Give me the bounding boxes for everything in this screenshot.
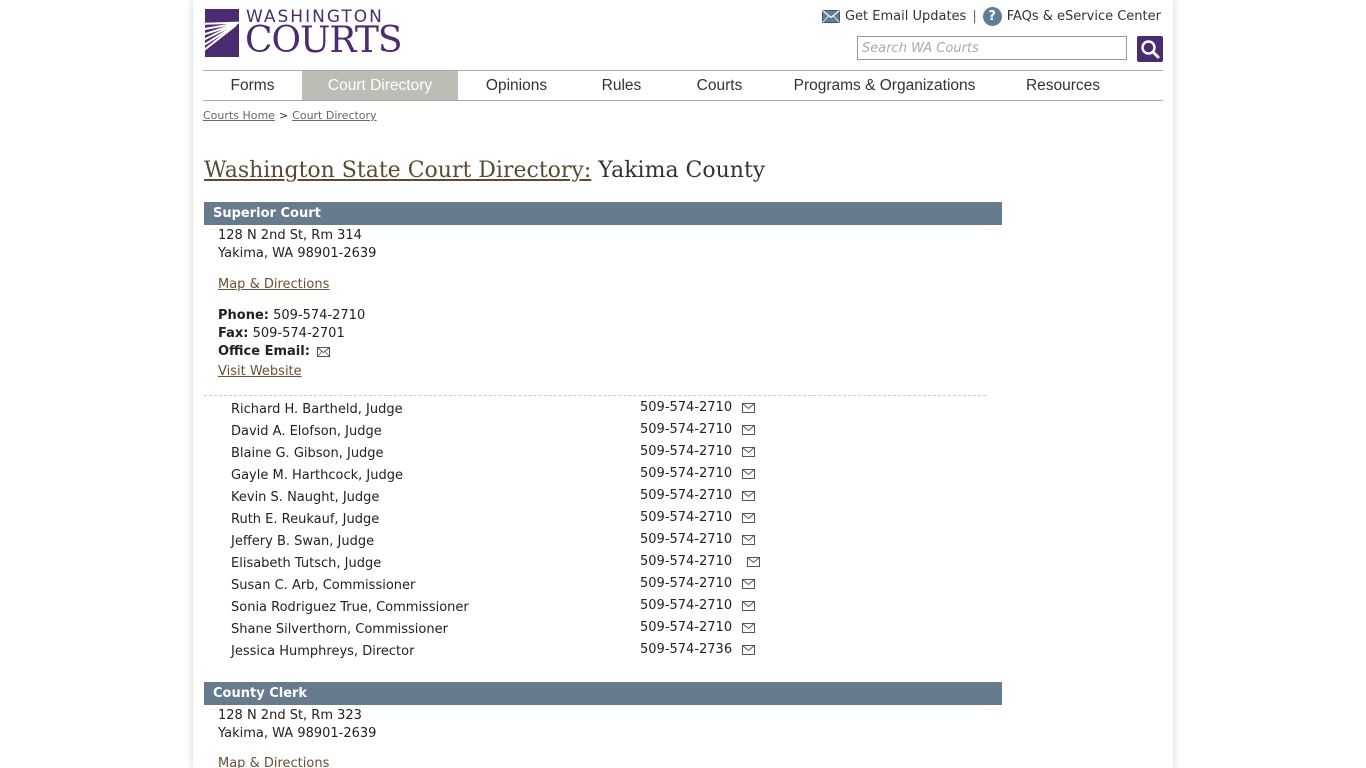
county-clerk-header: County Clerk [204,682,1002,705]
staff-phone: 509-574-2710 [640,422,733,437]
superior-fax: Fax: 509-574-2701 [218,326,345,341]
envelope-icon[interactable] [742,601,755,611]
envelope-icon[interactable] [742,535,755,545]
clerk-address-line1: 128 N 2nd St, Rm 323 [218,708,362,723]
staff-row: Sonia Rodriguez True, Commissioner 509-57… [231,598,771,620]
fax-value: 509-574-2701 [252,326,345,341]
superior-address-line1: 128 N 2nd St, Rm 314 [218,228,362,243]
superior-map-directions-link[interactable]: Map & Directions [218,277,329,292]
office-email-label: Office Email: [218,344,310,359]
envelope-icon[interactable] [742,579,755,589]
envelope-icon[interactable] [742,645,755,655]
main-nav: Forms Court Directory Opinions Rules Cou… [203,70,1163,101]
staff-row: Shane Silverthorn, Commissioner 509-574-2… [231,620,771,642]
nav-rules[interactable]: Rules [575,71,668,100]
breadcrumb-separator: > [278,109,289,122]
envelope-icon[interactable] [742,469,755,479]
superior-phone: Phone: 509-574-2710 [218,308,365,323]
staff-phone: 509-574-2710 [640,532,733,547]
logo-mark-icon [205,9,239,57]
envelope-icon[interactable] [742,447,755,457]
nav-court-directory[interactable]: Court Directory [302,71,458,100]
get-email-updates-link[interactable]: Get Email Updates [845,9,966,24]
nav-opinions[interactable]: Opinions [458,71,575,100]
search-button[interactable] [1137,36,1163,62]
envelope-icon[interactable] [821,10,840,23]
staff-phone: 509-574-2710 [640,400,733,415]
staff-row: David A. Elofson, Judge 509-574-2710 [231,422,771,444]
fax-label: Fax: [218,326,249,341]
staff-phone: 509-574-2710 [640,444,733,459]
staff-row: Ruth E. Reukauf, Judge 509-574-2710 [231,510,771,532]
envelope-icon[interactable] [317,346,331,357]
staff-phone: 509-574-2710 [640,576,733,591]
washington-courts-logo[interactable]: WASHINGTON COURTS [205,7,403,61]
breadcrumb: Courts Home > Court Directory [203,109,377,122]
top-links-separator: | [972,9,977,24]
staff-row: Elisabeth Tutsch, Judge 509-574-2710 [231,554,771,576]
staff-phone: 509-574-2710 [640,554,733,569]
staff-row: Jeffery B. Swan, Judge 509-574-2710 [231,532,771,554]
phone-value: 509-574-2710 [273,308,366,323]
clerk-address-line2: Yakima, WA 98901-2639 [218,726,377,741]
breadcrumb-courts-home[interactable]: Courts Home [203,109,275,122]
staff-name: Richard H. Bartheld, Judge [231,402,403,417]
envelope-icon[interactable] [742,513,755,523]
page-container: WASHINGTON COURTS Get Email Updates | ? … [193,0,1173,768]
phone-label: Phone: [218,308,269,323]
staff-phone: 509-574-2736 [640,642,733,657]
court-directory-title-link[interactable]: Washington State Court Directory: [204,158,591,183]
staff-row: Richard H. Bartheld, Judge 509-574-2710 [231,400,771,422]
logo-text-courts: COURTS [245,20,403,61]
top-links: Get Email Updates | ? FAQs & eService Ce… [821,7,1161,26]
staff-name: Susan C. Arb, Commissioner [231,578,416,593]
staff-name: Ruth E. Reukauf, Judge [231,512,380,527]
staff-row: Kevin S. Naught, Judge 509-574-2710 [231,488,771,510]
magnifier-icon [1141,40,1160,59]
superior-office-email: Office Email: [218,344,331,359]
staff-name: Gayle M. Harthcock, Judge [231,468,403,483]
staff-name: Kevin S. Naught, Judge [231,490,380,505]
envelope-icon[interactable] [742,403,755,413]
superior-address-line2: Yakima, WA 98901-2639 [218,246,377,261]
envelope-icon[interactable] [742,425,755,435]
staff-name: Sonia Rodriguez True, Commissioner [231,600,469,615]
nav-resources[interactable]: Resources [998,71,1128,100]
county-name: Yakima County [598,158,766,183]
question-circle-icon[interactable]: ? [982,7,1002,26]
staff-name: Elisabeth Tutsch, Judge [231,556,382,571]
superior-visit-website-link[interactable]: Visit Website [218,364,302,379]
envelope-icon[interactable] [742,623,755,633]
staff-row: Jessica Humphreys, Director 509-574-2736 [231,642,771,664]
staff-name: Jeffery B. Swan, Judge [231,534,375,549]
section-divider [204,395,986,396]
search-input[interactable] [857,36,1127,60]
envelope-icon[interactable] [747,557,760,567]
staff-row: Blaine G. Gibson, Judge 509-574-2710 [231,444,771,466]
staff-phone: 509-574-2710 [640,488,733,503]
nav-forms[interactable]: Forms [203,71,302,100]
staff-phone: 509-574-2710 [640,620,733,635]
staff-phone: 509-574-2710 [640,510,733,525]
envelope-icon[interactable] [742,491,755,501]
breadcrumb-court-directory[interactable]: Court Directory [292,109,376,122]
staff-name: Shane Silverthorn, Commissioner [231,622,448,637]
staff-name: Jessica Humphreys, Director [231,644,415,659]
nav-programs-organizations[interactable]: Programs & Organizations [771,71,998,100]
page-title: Washington State Court Directory: Yakima… [204,158,765,183]
staff-phone: 509-574-2710 [640,598,733,613]
clerk-map-directions-link[interactable]: Map & Directions [218,756,329,768]
nav-courts[interactable]: Courts [668,71,771,100]
superior-court-header: Superior Court [204,202,1002,225]
faqs-eservice-link[interactable]: FAQs & eService Center [1007,9,1161,24]
staff-row: Susan C. Arb, Commissioner 509-574-2710 [231,576,771,598]
staff-name: Blaine G. Gibson, Judge [231,446,384,461]
staff-name: David A. Elofson, Judge [231,424,382,439]
staff-row: Gayle M. Harthcock, Judge 509-574-2710 [231,466,771,488]
staff-phone: 509-574-2710 [640,466,733,481]
